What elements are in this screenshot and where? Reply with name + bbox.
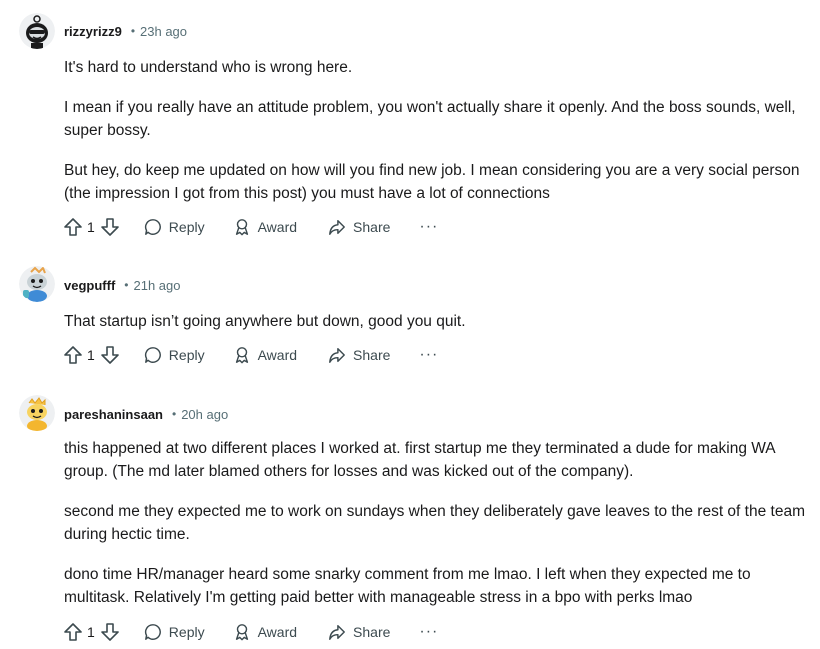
downvote-button[interactable] xyxy=(100,217,120,237)
award-button[interactable]: Award xyxy=(233,218,297,236)
upvote-icon xyxy=(64,346,82,364)
downvote-button[interactable] xyxy=(100,622,120,642)
timestamp[interactable]: 23h ago xyxy=(140,24,187,39)
comment-paragraph: That startup isn’t going anywhere but do… xyxy=(64,313,466,330)
reply-button[interactable]: Reply xyxy=(144,346,205,364)
comment-icon xyxy=(144,347,161,363)
more-options-button[interactable]: ··· xyxy=(419,346,438,364)
comment-icon xyxy=(144,219,161,235)
comment-actions: 1 Reply Award Share ··· xyxy=(63,215,438,239)
reply-button[interactable]: Reply xyxy=(144,623,205,641)
share-button[interactable]: Share xyxy=(328,346,390,364)
share-label: Share xyxy=(353,624,391,640)
upvote-button[interactable] xyxy=(63,622,83,642)
comment-actions: 1 Reply Award Share ··· xyxy=(63,620,438,644)
downvote-icon xyxy=(100,218,119,236)
vote-count: 1 xyxy=(87,347,95,363)
upvote-button[interactable] xyxy=(63,217,83,237)
comment-paragraph: dono time HR/manager heard some snarky c… xyxy=(64,566,751,606)
separator-dot: • xyxy=(124,278,129,292)
share-label: Share xyxy=(353,219,391,235)
award-icon xyxy=(235,624,248,641)
vote-count: 1 xyxy=(87,624,95,640)
award-button[interactable]: Award xyxy=(233,346,297,364)
comment-paragraph: I mean if you really have an attitude pr… xyxy=(64,99,796,139)
downvote-icon xyxy=(100,346,119,364)
award-label: Award xyxy=(257,219,298,235)
upvote-icon xyxy=(64,623,82,641)
username[interactable]: pareshaninsaan xyxy=(64,407,163,422)
comment-paragraph: But hey, do keep me updated on how will … xyxy=(64,162,800,202)
avatar[interactable] xyxy=(19,266,55,302)
comment-paragraph: It's hard to understand who is wrong her… xyxy=(64,59,353,76)
vote-count: 1 xyxy=(87,219,95,235)
avatar[interactable] xyxy=(19,395,55,431)
reply-button[interactable]: Reply xyxy=(144,218,205,236)
comment-actions: 1 Reply Award Share ··· xyxy=(63,343,438,367)
reply-label: Reply xyxy=(168,219,205,235)
username[interactable]: vegpufff xyxy=(64,278,115,293)
share-button[interactable]: Share xyxy=(328,218,390,236)
share-icon xyxy=(329,219,345,235)
separator-dot: • xyxy=(172,407,177,421)
share-icon xyxy=(329,624,345,640)
reply-label: Reply xyxy=(168,347,205,363)
downvote-icon xyxy=(100,623,119,641)
award-label: Award xyxy=(257,624,298,640)
reply-label: Reply xyxy=(168,624,205,640)
separator-dot: • xyxy=(130,24,136,38)
share-label: Share xyxy=(353,347,391,363)
downvote-button[interactable] xyxy=(100,345,120,365)
award-icon xyxy=(235,219,248,236)
more-options-button[interactable]: ··· xyxy=(419,623,438,641)
upvote-icon xyxy=(64,218,82,236)
timestamp[interactable]: 20h ago xyxy=(181,407,228,422)
more-options-button[interactable]: ··· xyxy=(419,218,438,236)
share-icon xyxy=(329,347,345,363)
comment-paragraph: this happened at two different places I … xyxy=(64,440,775,480)
comment-paragraph: second me they expected me to work on su… xyxy=(64,503,805,543)
timestamp[interactable]: 21h ago xyxy=(133,278,180,293)
award-button[interactable]: Award xyxy=(233,623,297,641)
upvote-button[interactable] xyxy=(63,345,83,365)
award-label: Award xyxy=(257,347,298,363)
share-button[interactable]: Share xyxy=(328,623,390,641)
avatar[interactable] xyxy=(19,13,55,49)
username[interactable]: rizzyrizz9 xyxy=(64,24,122,39)
comment-icon xyxy=(144,624,161,640)
award-icon xyxy=(235,347,248,364)
